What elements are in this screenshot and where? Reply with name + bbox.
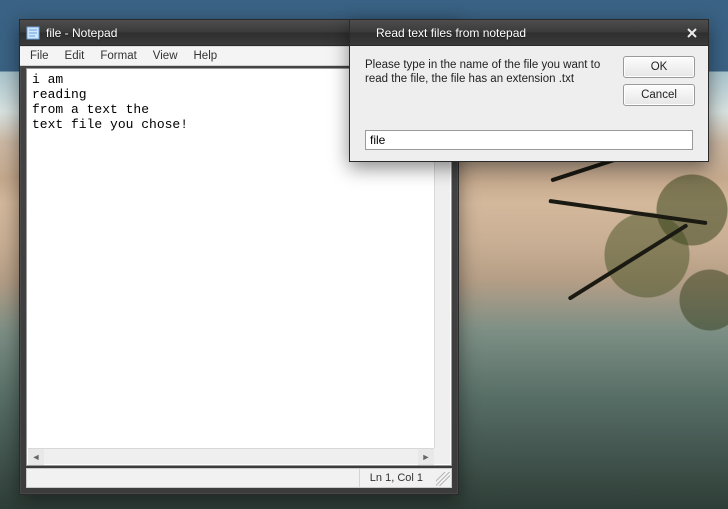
filename-input-value: file bbox=[370, 133, 385, 147]
menu-file[interactable]: File bbox=[22, 48, 57, 64]
resize-grip[interactable] bbox=[436, 472, 450, 486]
close-icon[interactable] bbox=[682, 25, 702, 41]
dialog-title: Read text files from notepad bbox=[376, 26, 526, 40]
cancel-button[interactable]: Cancel bbox=[623, 84, 695, 106]
menu-edit[interactable]: Edit bbox=[57, 48, 93, 64]
menu-format[interactable]: Format bbox=[92, 48, 144, 64]
scrollbar-corner bbox=[434, 448, 450, 464]
input-dialog-window: Read text files from notepad Please type… bbox=[349, 19, 709, 162]
scroll-right-icon[interactable]: ► bbox=[418, 449, 434, 465]
dialog-body: Please type in the name of the file you … bbox=[351, 46, 707, 160]
ok-button[interactable]: OK bbox=[623, 56, 695, 78]
notepad-icon bbox=[26, 26, 40, 40]
filename-input[interactable]: file bbox=[365, 130, 693, 150]
dialog-icon bbox=[356, 26, 370, 40]
horizontal-scrollbar[interactable]: ◄ ► bbox=[28, 448, 434, 464]
scroll-left-icon[interactable]: ◄ bbox=[28, 449, 44, 465]
dialog-titlebar[interactable]: Read text files from notepad bbox=[350, 20, 708, 46]
dialog-message: Please type in the name of the file you … bbox=[365, 56, 611, 106]
menu-help[interactable]: Help bbox=[186, 48, 226, 64]
menu-view[interactable]: View bbox=[145, 48, 186, 64]
notepad-statusbar: Ln 1, Col 1 bbox=[26, 468, 452, 488]
notepad-title: file - Notepad bbox=[46, 26, 117, 40]
